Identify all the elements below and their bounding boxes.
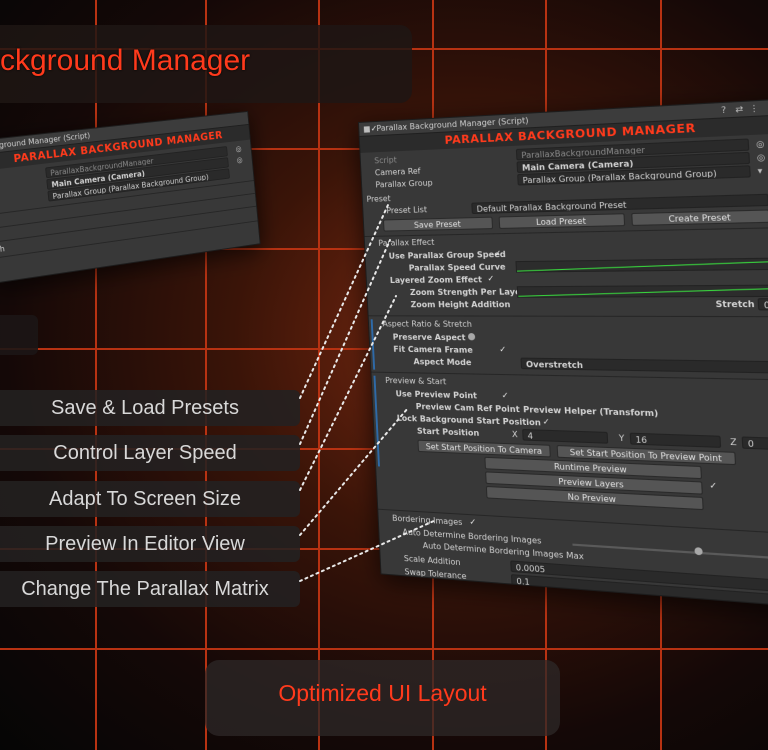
connector-parallax-matrix — [299, 519, 437, 582]
connector-editor-preview — [299, 407, 409, 536]
connector-screen-size — [299, 295, 397, 491]
connector-lines — [299, 204, 437, 582]
connector-layer-speed — [299, 239, 391, 445]
connector-presets — [299, 204, 389, 399]
